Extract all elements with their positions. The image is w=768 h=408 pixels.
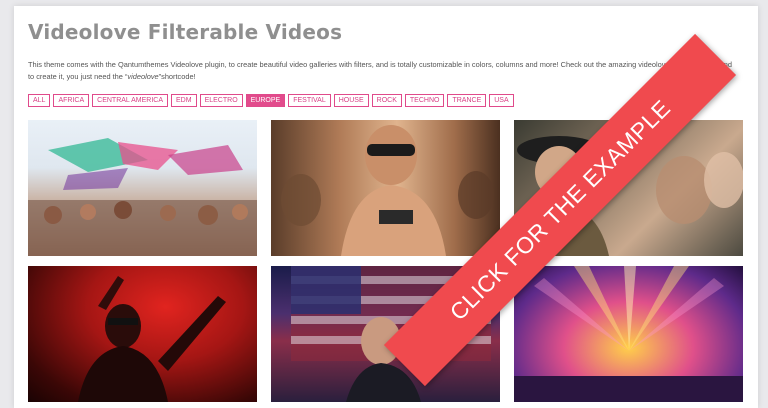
filter-tag-africa[interactable]: AFRICA — [53, 94, 90, 107]
page-title: Videolove Filterable Videos — [28, 20, 343, 44]
stage-lights-image — [514, 266, 743, 402]
filter-tag-rock[interactable]: ROCK — [371, 94, 402, 107]
video-thumbnail-stage-lights[interactable] — [514, 266, 743, 402]
filter-tag-all[interactable]: ALL — [28, 94, 51, 107]
filter-tag-usa[interactable]: USA — [489, 94, 514, 107]
filter-tag-trance[interactable]: TRANCE — [447, 94, 487, 107]
filter-tag-edm[interactable]: EDM — [171, 94, 197, 107]
video-thumbnail-shirtless-man[interactable] — [271, 120, 500, 256]
festival-crowd-image — [28, 120, 257, 256]
filter-tag-festival[interactable]: FESTIVAL — [288, 94, 331, 107]
filter-tag-electro[interactable]: ELECTRO — [199, 94, 243, 107]
filter-tag-central-america[interactable]: CENTRAL AMERICA — [92, 94, 169, 107]
filter-tag-techno[interactable]: TECHNO — [404, 94, 445, 107]
filter-tag-house[interactable]: HOUSE — [333, 94, 369, 107]
page-description: This theme comes with the Qantumthemes V… — [28, 59, 734, 83]
filter-tag-europe[interactable]: EUROPE — [245, 94, 286, 107]
filter-bar: ALL AFRICA CENTRAL AMERICA EDM ELECTRO E… — [28, 94, 514, 107]
description-suffix: ”shortcode! — [158, 72, 196, 81]
video-thumbnail-red-performer[interactable] — [28, 266, 257, 402]
video-thumbnail-festival-crowd[interactable] — [28, 120, 257, 256]
description-shortcode: videolove — [127, 72, 159, 81]
red-performer-image — [28, 266, 257, 402]
shirtless-man-image — [271, 120, 500, 256]
